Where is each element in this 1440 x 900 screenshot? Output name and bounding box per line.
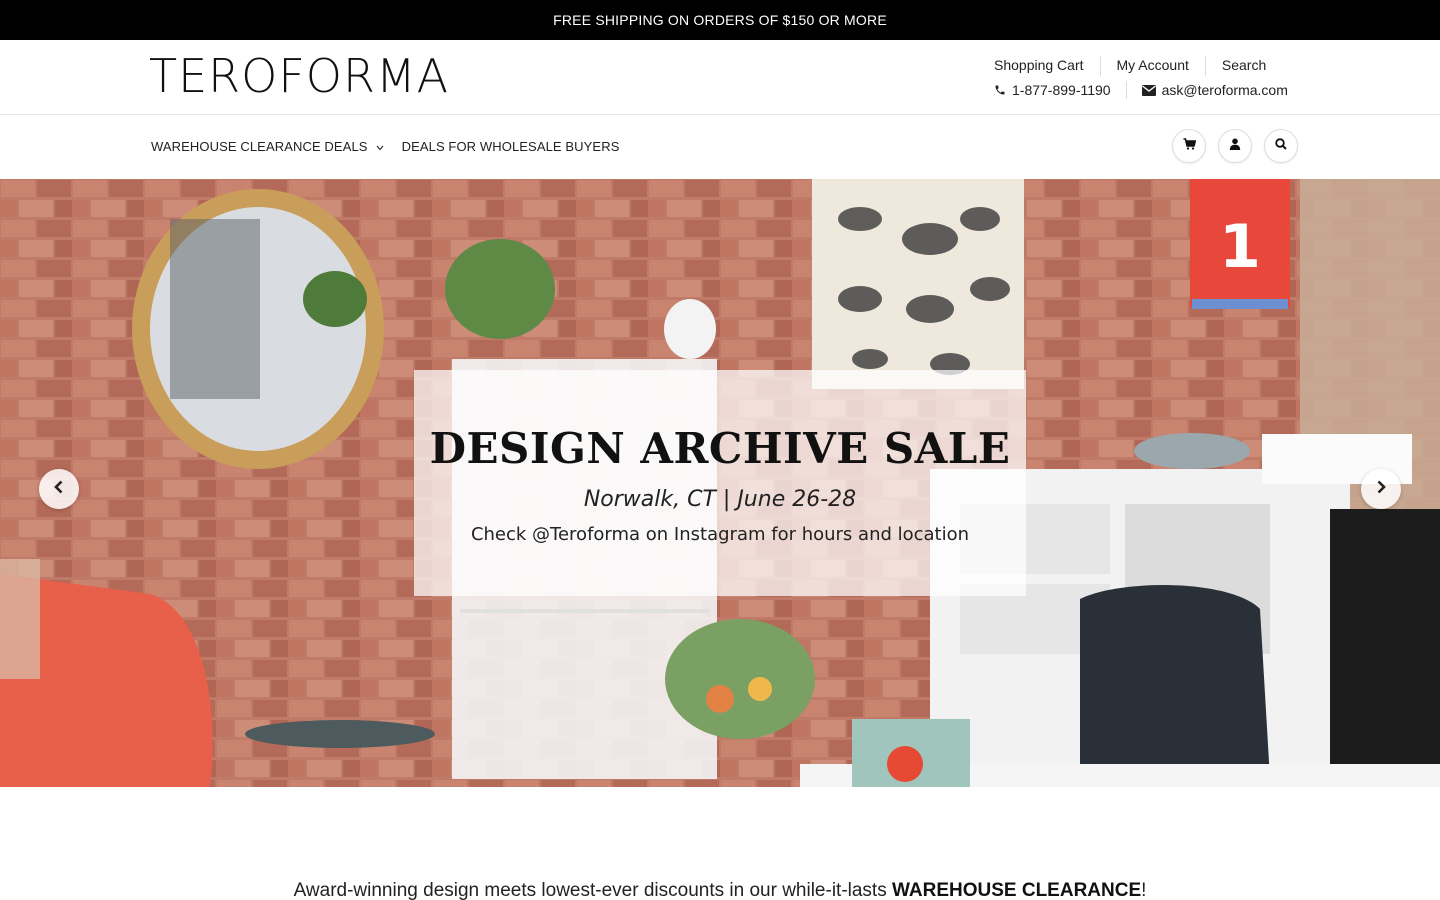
email-contact[interactable]: ask@teroforma.com [1141, 82, 1288, 98]
chevron-right-icon [1375, 480, 1387, 499]
shopping-cart-link[interactable]: Shopping Cart [978, 56, 1100, 76]
email-address: ask@teroforma.com [1161, 82, 1288, 98]
slider-prev-button[interactable] [39, 469, 79, 509]
cart-icon [1183, 137, 1196, 155]
search-button[interactable] [1264, 129, 1298, 163]
main-navigation: WAREHOUSE CLEARANCE DEALS DEALS FOR WHOL… [0, 116, 1440, 179]
nav-item-warehouse-clearance[interactable]: WAREHOUSE CLEARANCE DEALS [151, 139, 384, 154]
hero-note: Check @Teroforma on Instagram for hours … [470, 524, 970, 545]
slider-next-button[interactable] [1361, 469, 1401, 509]
hero-caption: DESIGN ARCHIVE SALE Norwalk, CT | June 2… [414, 370, 1026, 596]
contact-divider [1125, 81, 1127, 99]
my-account-link[interactable]: My Account [1099, 56, 1205, 76]
account-button[interactable] [1218, 129, 1252, 163]
phone-icon [994, 84, 1006, 96]
phone-contact[interactable]: 1-877-899-1190 [994, 82, 1111, 98]
phone-number: 1-877-899-1190 [1012, 82, 1111, 98]
nav-item-label: WAREHOUSE CLEARANCE DEALS [151, 139, 368, 154]
hero-slideshow[interactable]: 1 DESIGN ARCHIVE SALE Norwalk, CT | June… [0, 179, 1440, 787]
hero-title: DESIGN ARCHIVE SALE [429, 424, 1011, 473]
search-icon [1275, 137, 1287, 155]
site-header: TEROFORMA Shopping Cart My Account Searc… [0, 40, 1440, 115]
nav-menu: WAREHOUSE CLEARANCE DEALS DEALS FOR WHOL… [151, 139, 637, 154]
header-links: Shopping Cart My Account Search [978, 56, 1282, 76]
nav-item-wholesale-buyers[interactable]: DEALS FOR WHOLESALE BUYERS [402, 139, 620, 154]
brand-logo[interactable]: TEROFORMA [149, 53, 449, 99]
nav-item-label: DEALS FOR WHOLESALE BUYERS [401, 139, 620, 154]
promo-text: Award-winning design meets lowest-ever d… [293, 880, 892, 900]
promo-suffix: ! [1141, 880, 1147, 900]
announcement-bar: FREE SHIPPING ON ORDERS OF $150 OR MORE [0, 0, 1440, 40]
warehouse-clearance-link[interactable]: WAREHOUSE CLEARANCE [892, 880, 1141, 900]
contact-info: 1-877-899-1190 ask@teroforma.com [994, 81, 1288, 99]
envelope-icon [1141, 84, 1156, 96]
chevron-left-icon [53, 480, 65, 499]
calendar-number: 1 [1219, 212, 1261, 282]
hero-subtitle: Norwalk, CT | June 26-28 [583, 487, 857, 512]
cart-button[interactable] [1172, 129, 1206, 163]
promo-banner: Award-winning design meets lowest-ever d… [0, 880, 1440, 900]
user-icon [1229, 137, 1241, 155]
chevron-down-icon [376, 139, 384, 154]
search-link[interactable]: Search [1204, 56, 1282, 76]
